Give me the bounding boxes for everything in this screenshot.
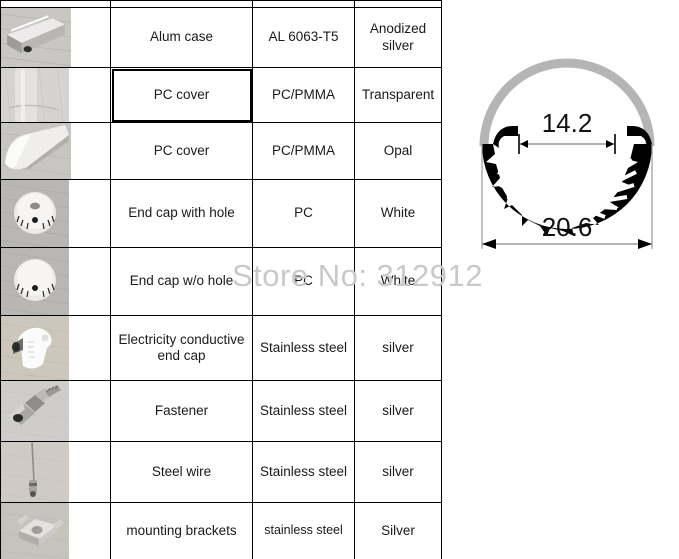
fastener-photo	[1, 381, 69, 441]
steel-wire-photo	[1, 442, 69, 502]
table-row[interactable]: Steel wire Stainless steel silver	[0, 441, 442, 503]
outer-width-label: 20.6	[542, 212, 593, 242]
part-material-cell[interactable]: PC	[252, 247, 355, 316]
end-cap-without-hole-photo	[1, 248, 69, 315]
part-name-cell[interactable]: Electricity conductive end cap	[110, 315, 253, 381]
part-color-cell[interactable]: silver	[354, 441, 442, 503]
row-thumbnail-cell[interactable]	[0, 502, 111, 559]
conductive-end-cap-photo	[1, 316, 69, 380]
table-row[interactable]: Electricity conductive end cap Stainless…	[0, 315, 442, 381]
header-cell-material	[252, 0, 355, 8]
row-thumbnail-cell[interactable]	[0, 247, 111, 316]
part-material-cell[interactable]: Stainless steel	[252, 380, 355, 442]
part-name-cell[interactable]: PC cover	[110, 67, 253, 123]
part-material-cell[interactable]: AL 6063-T5	[252, 7, 355, 68]
part-material-cell[interactable]: stainless steel	[252, 502, 355, 559]
part-material-cell[interactable]: PC	[252, 179, 355, 248]
row-thumbnail-cell[interactable]	[0, 67, 111, 123]
table-row[interactable]: Alum case AL 6063-T5 Anodized silver	[0, 7, 442, 68]
row-thumbnail-cell[interactable]	[0, 441, 111, 503]
part-name-cell[interactable]: Fastener	[110, 380, 253, 442]
part-name-cell[interactable]: PC cover	[110, 122, 253, 180]
part-color-cell[interactable]: Silver	[354, 502, 442, 559]
row-thumbnail-cell[interactable]	[0, 122, 111, 180]
part-color-cell[interactable]: Transparent	[354, 67, 442, 123]
part-color-cell[interactable]: silver	[354, 380, 442, 442]
header-cell-image	[0, 0, 111, 8]
part-material-cell[interactable]: Stainless steel	[252, 315, 355, 381]
part-material-cell[interactable]: Stainless steel	[252, 441, 355, 503]
part-name-cell[interactable]: Steel wire	[110, 441, 253, 503]
table-row[interactable]: PC cover PC/PMMA Transparent	[0, 67, 442, 123]
header-cell-name	[110, 0, 253, 8]
part-color-cell[interactable]: White	[354, 247, 442, 316]
table-row[interactable]: PC cover PC/PMMA Opal	[0, 122, 442, 180]
table-row[interactable]: Fastener Stainless steel silver	[0, 380, 442, 442]
part-name-cell[interactable]: Alum case	[110, 7, 253, 68]
page-root: Alum case AL 6063-T5 Anodized silver PC …	[0, 0, 679, 559]
part-material-cell[interactable]: PC/PMMA	[252, 122, 355, 180]
led-profile-alum-case-photo	[1, 8, 71, 67]
part-name-cell[interactable]: End cap with hole	[110, 179, 253, 248]
table-row[interactable]: mounting brackets stainless steel Silver	[0, 502, 442, 559]
pc-cover-opal-photo	[1, 123, 71, 179]
row-thumbnail-cell[interactable]	[0, 179, 111, 248]
part-color-cell[interactable]: Opal	[354, 122, 442, 180]
table-row[interactable]: End cap w/o hole PC White	[0, 247, 442, 316]
inner-width-label: 14.2	[542, 108, 593, 138]
row-thumbnail-cell[interactable]	[0, 315, 111, 381]
led-profile-cross-section-drawing: 14.2 20.6	[462, 48, 672, 263]
pc-cover-transparent-photo	[1, 68, 69, 122]
table-row[interactable]: End cap with hole PC White	[0, 179, 442, 248]
row-thumbnail-cell[interactable]	[0, 380, 111, 442]
part-name-cell[interactable]: End cap w/o hole	[110, 247, 253, 316]
part-color-cell[interactable]: Anodized silver	[354, 7, 442, 68]
specification-table: Alum case AL 6063-T5 Anodized silver PC …	[0, 0, 442, 559]
part-name-cell[interactable]: mounting brackets	[110, 502, 253, 559]
header-cell-color	[354, 0, 442, 8]
row-thumbnail-cell[interactable]	[0, 7, 111, 68]
table-header-strip	[0, 0, 442, 8]
part-color-cell[interactable]: silver	[354, 315, 442, 381]
part-material-cell[interactable]: PC/PMMA	[252, 67, 355, 123]
mounting-bracket-photo	[1, 503, 69, 559]
part-color-cell[interactable]: White	[354, 179, 442, 248]
end-cap-with-hole-photo	[1, 180, 69, 247]
